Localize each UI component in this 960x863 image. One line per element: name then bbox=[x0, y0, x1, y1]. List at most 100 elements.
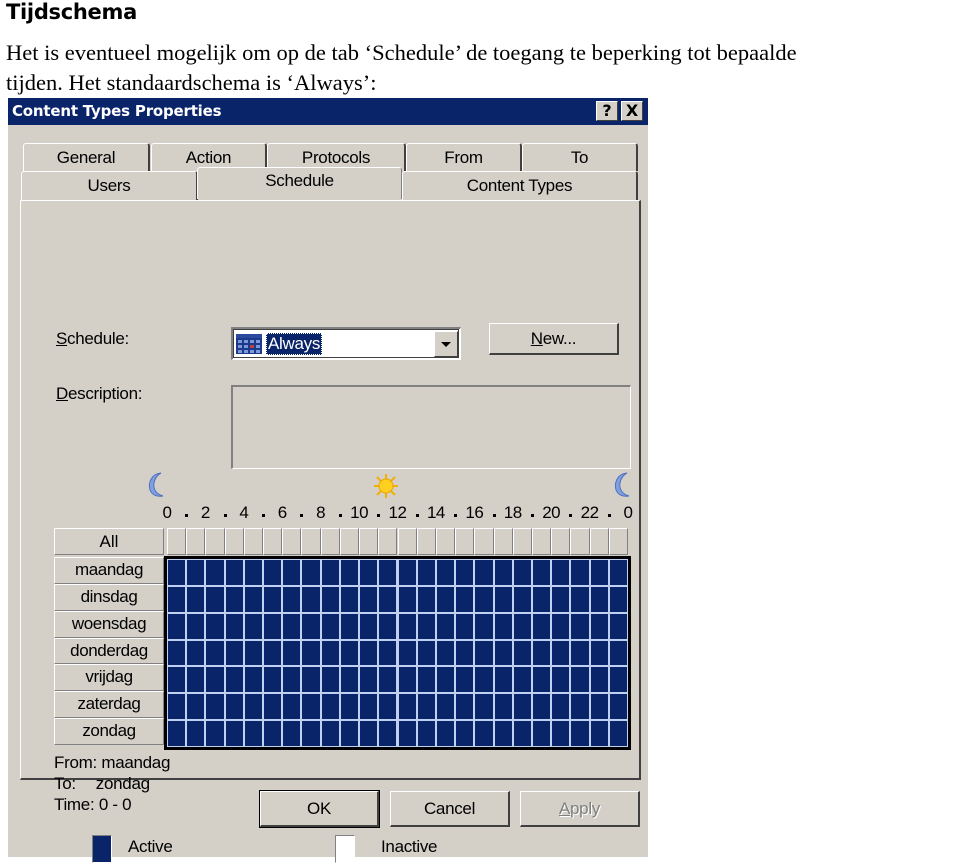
schedule-cell[interactable] bbox=[417, 667, 435, 693]
schedule-cell[interactable] bbox=[532, 586, 551, 612]
schedule-cell[interactable] bbox=[168, 667, 186, 693]
schedule-cell[interactable] bbox=[590, 640, 608, 666]
schedule-cell[interactable] bbox=[552, 640, 570, 666]
select-all-button[interactable]: All bbox=[54, 528, 164, 555]
schedule-cell[interactable] bbox=[609, 560, 627, 585]
schedule-cell[interactable] bbox=[532, 721, 551, 746]
dropdown-arrow-icon[interactable] bbox=[434, 331, 458, 357]
schedule-cell[interactable] bbox=[398, 613, 416, 639]
schedule-cell[interactable] bbox=[321, 560, 339, 585]
schedule-cell[interactable] bbox=[244, 667, 263, 693]
day-row-header[interactable]: vrijdag bbox=[54, 664, 164, 692]
schedule-cell[interactable] bbox=[264, 721, 282, 746]
schedule-cell[interactable] bbox=[494, 721, 512, 746]
schedule-cell[interactable] bbox=[168, 560, 186, 585]
schedule-cell[interactable] bbox=[532, 640, 551, 666]
schedule-cell[interactable] bbox=[225, 560, 243, 585]
schedule-cell[interactable] bbox=[417, 640, 435, 666]
day-row-header[interactable]: dinsdag bbox=[54, 583, 164, 611]
schedule-cell[interactable] bbox=[264, 694, 282, 720]
schedule-cell[interactable] bbox=[571, 613, 589, 639]
hour-column-header[interactable] bbox=[359, 528, 379, 555]
schedule-cell[interactable] bbox=[456, 586, 474, 612]
hour-column-header[interactable] bbox=[551, 528, 571, 555]
hour-column-header[interactable] bbox=[397, 528, 417, 555]
schedule-cell[interactable] bbox=[456, 721, 474, 746]
schedule-cell[interactable] bbox=[225, 667, 243, 693]
schedule-cell[interactable] bbox=[283, 640, 301, 666]
hour-column-header[interactable] bbox=[474, 528, 494, 555]
hour-column-header[interactable] bbox=[512, 528, 532, 555]
schedule-cell[interactable] bbox=[609, 586, 627, 612]
schedule-cell[interactable] bbox=[302, 667, 320, 693]
schedule-cell[interactable] bbox=[244, 721, 263, 746]
schedule-cell[interactable] bbox=[360, 667, 378, 693]
schedule-cell[interactable] bbox=[360, 640, 378, 666]
schedule-cell[interactable] bbox=[456, 694, 474, 720]
schedule-cell[interactable] bbox=[513, 721, 531, 746]
schedule-cell[interactable] bbox=[552, 721, 570, 746]
schedule-cell[interactable] bbox=[398, 560, 416, 585]
hour-column-header[interactable] bbox=[205, 528, 225, 555]
schedule-cell[interactable] bbox=[168, 586, 186, 612]
day-row-header[interactable]: donderdag bbox=[54, 637, 164, 665]
schedule-cell[interactable] bbox=[513, 560, 531, 585]
schedule-cell[interactable] bbox=[436, 613, 455, 639]
schedule-cell[interactable] bbox=[590, 667, 608, 693]
schedule-cell[interactable] bbox=[436, 721, 455, 746]
tab-from[interactable]: From bbox=[406, 143, 522, 171]
schedule-cell[interactable] bbox=[590, 586, 608, 612]
schedule-cell[interactable] bbox=[244, 694, 263, 720]
title-bar[interactable]: Content Types Properties ? X bbox=[8, 98, 648, 125]
close-button[interactable]: X bbox=[621, 101, 643, 121]
tab-users[interactable]: Users bbox=[21, 171, 198, 201]
schedule-combobox[interactable]: Always bbox=[231, 327, 461, 360]
schedule-cell[interactable] bbox=[264, 613, 282, 639]
schedule-cell[interactable] bbox=[494, 667, 512, 693]
hour-column-header[interactable] bbox=[301, 528, 321, 555]
schedule-cell[interactable] bbox=[417, 586, 435, 612]
schedule-cell[interactable] bbox=[168, 694, 186, 720]
schedule-cell[interactable] bbox=[379, 560, 397, 585]
schedule-cell[interactable] bbox=[225, 613, 243, 639]
schedule-cell[interactable] bbox=[302, 640, 320, 666]
help-button[interactable]: ? bbox=[596, 101, 618, 121]
schedule-cell[interactable] bbox=[609, 667, 627, 693]
schedule-cell[interactable] bbox=[590, 694, 608, 720]
hour-column-header[interactable] bbox=[339, 528, 360, 555]
schedule-cell[interactable] bbox=[302, 721, 320, 746]
schedule-cell[interactable] bbox=[302, 694, 320, 720]
schedule-cell[interactable] bbox=[168, 613, 186, 639]
hour-column-header[interactable] bbox=[243, 528, 264, 555]
hour-column-header[interactable] bbox=[282, 528, 302, 555]
schedule-cell[interactable] bbox=[475, 613, 493, 639]
schedule-cell[interactable] bbox=[360, 560, 378, 585]
schedule-cell[interactable] bbox=[321, 694, 339, 720]
schedule-cell[interactable] bbox=[590, 613, 608, 639]
schedule-cell[interactable] bbox=[379, 613, 397, 639]
schedule-cell[interactable] bbox=[417, 694, 435, 720]
schedule-cell[interactable] bbox=[571, 667, 589, 693]
schedule-cell[interactable] bbox=[244, 560, 263, 585]
schedule-cell[interactable] bbox=[436, 694, 455, 720]
schedule-cell[interactable] bbox=[302, 613, 320, 639]
hour-column-header[interactable] bbox=[493, 528, 513, 555]
schedule-cell[interactable] bbox=[187, 586, 205, 612]
schedule-cell[interactable] bbox=[379, 694, 397, 720]
schedule-cell[interactable] bbox=[187, 667, 205, 693]
schedule-cell[interactable] bbox=[360, 694, 378, 720]
schedule-cell[interactable] bbox=[513, 694, 531, 720]
hour-column-header[interactable] bbox=[224, 528, 244, 555]
schedule-cell[interactable] bbox=[475, 640, 493, 666]
tab-general[interactable]: General bbox=[23, 143, 150, 171]
schedule-cell[interactable] bbox=[187, 721, 205, 746]
hour-column-header[interactable] bbox=[531, 528, 552, 555]
schedule-cell[interactable] bbox=[302, 586, 320, 612]
schedule-cell[interactable] bbox=[398, 721, 416, 746]
hour-column-header[interactable] bbox=[608, 528, 628, 555]
schedule-cell[interactable] bbox=[321, 667, 339, 693]
schedule-cell[interactable] bbox=[590, 560, 608, 585]
schedule-cell[interactable] bbox=[456, 640, 474, 666]
schedule-cell[interactable] bbox=[398, 640, 416, 666]
schedule-cell[interactable] bbox=[244, 613, 263, 639]
